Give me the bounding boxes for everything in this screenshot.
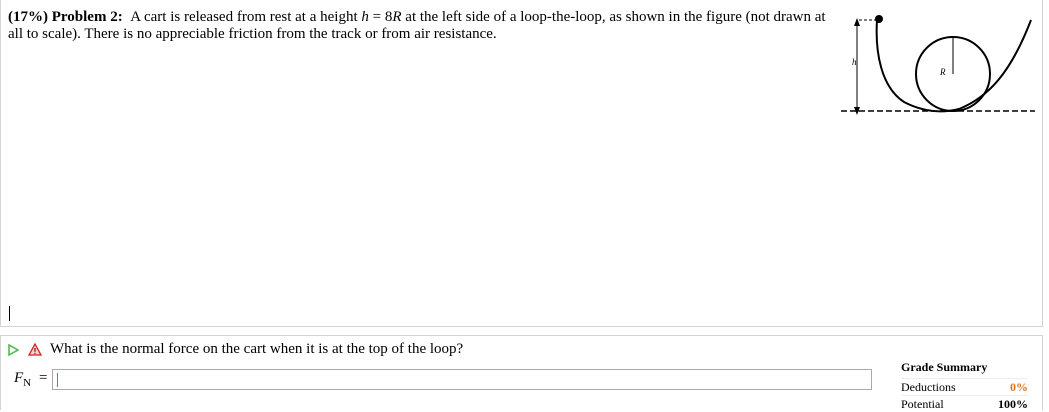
figure-r-label: R (939, 67, 946, 77)
r-variable: R (392, 9, 402, 25)
deductions-row: Deductions 0% (901, 378, 1028, 395)
h-variable: h (361, 9, 369, 25)
fn-label-main: F (14, 370, 24, 386)
equation-part: = 8 (368, 9, 393, 25)
play-icon[interactable] (7, 344, 19, 356)
normal-force-input[interactable] (52, 369, 872, 390)
problem-percent: (17%) (8, 9, 48, 25)
problem-text-part1: A cart is released from rest at a height (130, 9, 358, 25)
grade-summary: Grade Summary Deductions 0% Potential 10… (901, 360, 1028, 412)
text-cursor (9, 306, 10, 321)
warning-icon (28, 343, 42, 356)
problem-statement: (17%) Problem 2: A cart is released from… (8, 9, 843, 43)
deductions-label: Deductions (901, 380, 956, 394)
question-text: What is the normal force on the cart whe… (50, 341, 464, 357)
grade-summary-title: Grade Summary (901, 360, 988, 374)
deductions-value: 0% (1010, 380, 1028, 394)
equals-sign: = (39, 370, 48, 386)
loop-the-loop-figure: h R (841, 15, 1035, 115)
problem-label: Problem 2: (51, 9, 123, 25)
figure-h-label: h (852, 57, 857, 67)
potential-row: Potential 100% (901, 395, 1028, 412)
input-caret (57, 373, 58, 387)
problem-panel: (17%) Problem 2: A cart is released from… (0, 0, 1043, 327)
question-panel: What is the normal force on the cart whe… (0, 335, 1043, 412)
normal-force-label: FN (14, 370, 31, 389)
fn-label-sub: N (23, 377, 32, 389)
